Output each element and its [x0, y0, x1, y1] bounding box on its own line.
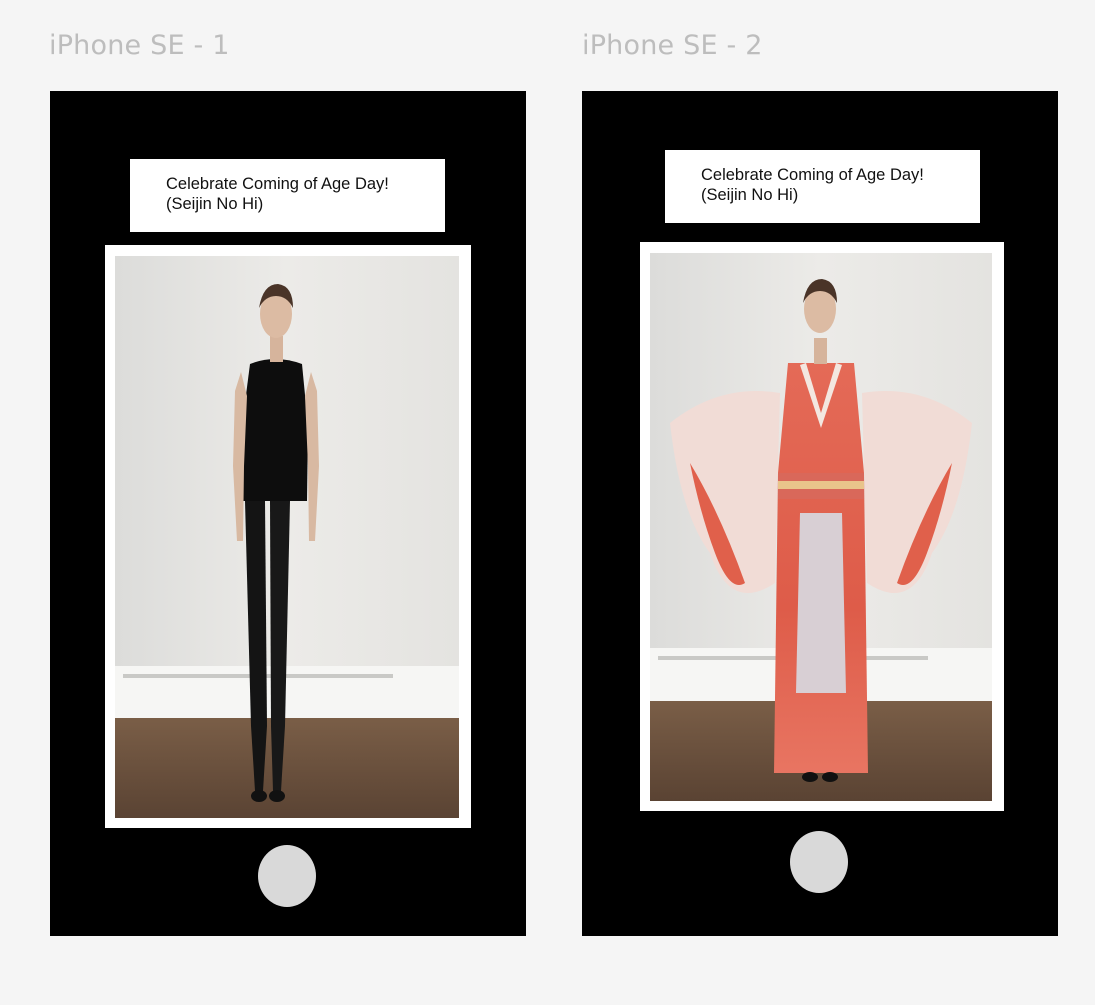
home-button[interactable]	[790, 831, 848, 893]
model-photo	[115, 256, 459, 818]
banner-line-2: (Seijin No Hi)	[701, 186, 799, 204]
celebration-banner: Celebrate Coming of Age Day! (Seijin No …	[130, 159, 445, 232]
frame-title-1: iPhone SE - 1	[49, 30, 230, 61]
model-photo	[650, 253, 992, 801]
photo-card	[105, 245, 471, 828]
celebration-banner: Celebrate Coming of Age Day! (Seijin No …	[665, 150, 980, 223]
banner-line-1: Celebrate Coming of Age Day!	[701, 166, 924, 184]
photo-card	[640, 242, 1004, 811]
frame-title-2: iPhone SE - 2	[582, 30, 763, 61]
home-button[interactable]	[258, 845, 316, 907]
banner-line-2: (Seijin No Hi)	[166, 195, 264, 213]
banner-line-1: Celebrate Coming of Age Day!	[166, 175, 389, 193]
iphone-se-1-frame[interactable]: Celebrate Coming of Age Day! (Seijin No …	[50, 91, 526, 936]
iphone-se-2-frame[interactable]: Celebrate Coming of Age Day! (Seijin No …	[582, 91, 1058, 936]
